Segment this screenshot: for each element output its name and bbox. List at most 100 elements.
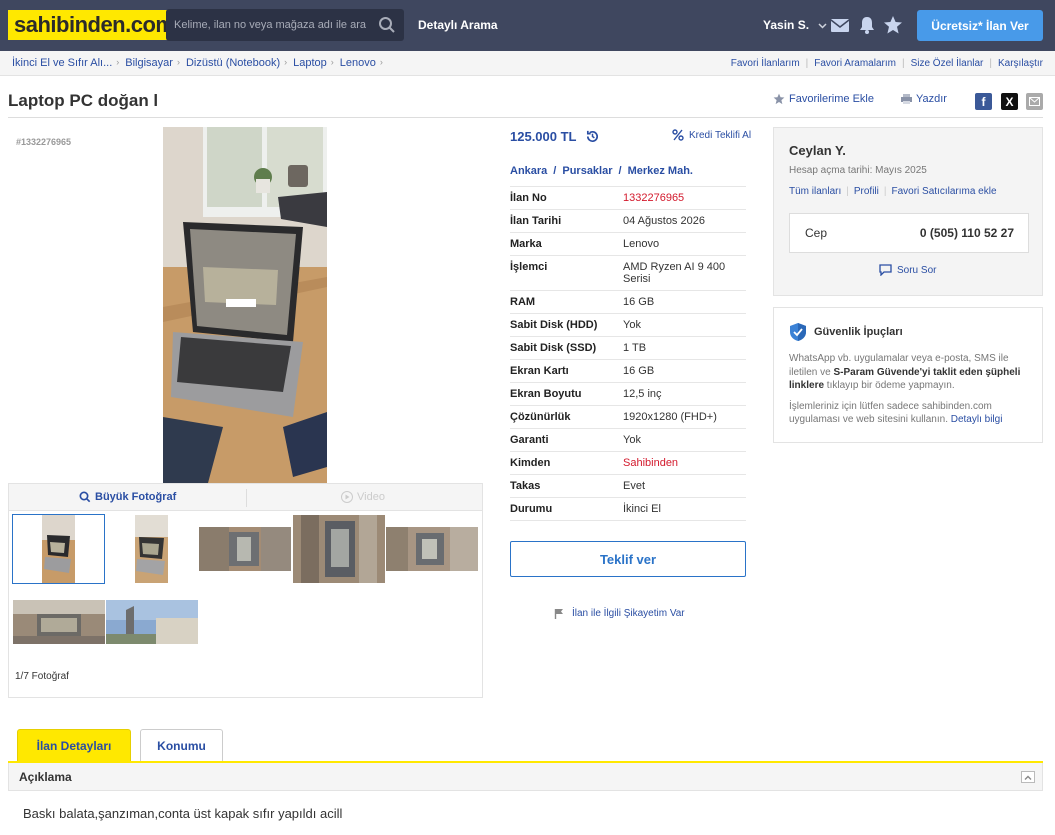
- attributes-table: İlan No 1332276965 İlan Tarihi 04 Ağustos …: [510, 186, 746, 521]
- special-ads-link[interactable]: Size Özel İlanlar: [911, 58, 984, 69]
- ask-question-button[interactable]: Soru Sor: [879, 264, 936, 276]
- breadcrumb-item[interactable]: İkinci El ve Sıfır Alı...: [12, 57, 112, 69]
- description-header: Açıklama: [8, 763, 1043, 791]
- photo-count: 1/7 Fotoğraf: [15, 671, 69, 682]
- attribute-key: Durumu: [510, 503, 553, 515]
- breadcrumb-item[interactable]: Lenovo: [340, 57, 376, 69]
- price-history-icon[interactable]: [585, 129, 600, 144]
- attribute-row: Ekran Boyutu 12,5 inç: [510, 383, 746, 406]
- video-button: Video: [341, 491, 385, 503]
- search-icon[interactable]: [378, 16, 396, 34]
- thumbnail-grid: 1/7 Fotoğraf: [8, 511, 483, 698]
- location-breadcrumb: Ankara / Pursaklar / Merkez Mah.: [510, 165, 693, 177]
- breadcrumb-item[interactable]: Bilgisayar: [125, 57, 173, 69]
- star-icon: [773, 93, 785, 105]
- location-city[interactable]: Ankara: [510, 165, 547, 177]
- thumbnail-6[interactable]: [12, 587, 105, 657]
- complaint-label: İlan ile İlgili Şikayetim Var: [572, 608, 685, 619]
- credit-offer-link[interactable]: Kredi Teklifi Al: [672, 129, 751, 141]
- attribute-value: İkinci El: [623, 503, 661, 515]
- star-icon[interactable]: [883, 15, 903, 35]
- print-button[interactable]: Yazdır: [900, 93, 947, 105]
- breadcrumb-item[interactable]: Dizüstü (Notebook): [186, 57, 280, 69]
- shield-icon: [790, 323, 806, 341]
- attribute-row: İşlemci AMD Ryzen AI 9 400 Serisi: [510, 256, 746, 291]
- seller-name[interactable]: Ceylan Y.: [789, 143, 846, 158]
- profile-link[interactable]: Profili: [854, 186, 879, 197]
- media-bar: Büyük Fotoğraf Video: [8, 483, 483, 511]
- attribute-key: Ekran Boyutu: [510, 388, 582, 400]
- search-input[interactable]: [166, 9, 366, 41]
- add-favorite-button[interactable]: Favorilerime Ekle: [773, 93, 874, 105]
- phone-label: Cep: [805, 226, 828, 240]
- s-param-link[interactable]: S-Param Güvende: [833, 367, 919, 378]
- attribute-value: 1332276965: [623, 192, 685, 204]
- email-share-icon[interactable]: [1026, 93, 1043, 110]
- details-link[interactable]: Detaylı bilgi: [951, 414, 1003, 425]
- safety-title: Güvenlik İpuçları: [789, 322, 903, 342]
- phone-box: Cep 0 (505) 110 52 27: [789, 213, 1029, 253]
- breadcrumb-item[interactable]: Laptop: [293, 57, 327, 69]
- attribute-key: Takas: [510, 480, 541, 492]
- add-favorite-label: Favorilerime Ekle: [789, 93, 874, 105]
- attribute-row: Sabit Disk (SSD) 1 TB: [510, 337, 746, 360]
- tab-listing-details[interactable]: İlan Detayları: [17, 729, 131, 762]
- breadcrumb-separator: ›: [176, 57, 180, 67]
- mail-icon[interactable]: [830, 15, 850, 35]
- big-photo-button[interactable]: Büyük Fotoğraf: [79, 491, 176, 503]
- attribute-key: Ekran Kartı: [510, 365, 569, 377]
- make-offer-button[interactable]: Teklif ver: [510, 541, 746, 577]
- attribute-key: İlan Tarihi: [510, 215, 562, 227]
- credit-offer-label: Kredi Teklifi Al: [689, 129, 752, 141]
- favorite-searches-link[interactable]: Favori Aramalarım: [814, 58, 896, 69]
- tab-location[interactable]: Konumu: [140, 729, 223, 762]
- favorite-ads-link[interactable]: Favori İlanlarım: [731, 58, 800, 69]
- main-photo[interactable]: [163, 127, 327, 483]
- attribute-value: 1 TB: [623, 342, 647, 354]
- site-logo[interactable]: sahibinden.com: [8, 10, 181, 40]
- breadcrumb: İkinci El ve Sıfır Alı... › Bilgisayar › D…: [12, 57, 389, 69]
- chevron-down-icon: [818, 23, 827, 29]
- search-box: [166, 9, 404, 41]
- x-share-icon[interactable]: X: [1001, 93, 1018, 110]
- attribute-value: AMD Ryzen AI 9 400 Serisi: [623, 261, 726, 285]
- user-menu[interactable]: Yasin S.: [763, 18, 827, 32]
- attribute-key: Garanti: [510, 434, 549, 446]
- favorite-seller-link[interactable]: Favori Satıcılarıma ekle: [891, 186, 996, 197]
- attribute-value: Yok: [623, 319, 641, 331]
- post-ad-button[interactable]: Ücretsiz* İlan Ver: [917, 10, 1043, 41]
- thumbnail-4[interactable]: [292, 514, 385, 584]
- safety-text-part: tıklayıp bir ödeme yapmayın.: [824, 380, 955, 391]
- all-listings-link[interactable]: Tüm ilanları: [789, 186, 841, 197]
- collapse-button[interactable]: [1021, 771, 1035, 783]
- bell-icon[interactable]: [857, 15, 877, 35]
- attribute-key: Sabit Disk (HDD): [510, 319, 598, 331]
- thumbnail-3[interactable]: [198, 514, 291, 584]
- chat-icon: [879, 264, 892, 276]
- facebook-share-icon[interactable]: f: [975, 93, 992, 110]
- attribute-value: 1920x1280 (FHD+): [623, 411, 717, 423]
- complaint-link[interactable]: İlan ile İlgili Şikayetim Var: [554, 608, 685, 619]
- title-divider: [8, 117, 1043, 118]
- phone-number[interactable]: 0 (505) 110 52 27: [920, 226, 1014, 240]
- attribute-key: Çözünürlük: [510, 411, 571, 423]
- thumbnail-5[interactable]: [385, 514, 478, 584]
- location-district[interactable]: Pursaklar: [562, 165, 612, 177]
- attribute-row: Ekran Kartı 16 GB: [510, 360, 746, 383]
- attribute-row: Garanti Yok: [510, 429, 746, 452]
- seller-box: Ceylan Y. Hesap açma tarihi: Mayıs 2025 …: [773, 127, 1043, 296]
- play-icon: [341, 491, 353, 503]
- chevron-up-icon: [1024, 775, 1032, 780]
- attribute-value: 12,5 inç: [623, 388, 662, 400]
- thumbnail-1[interactable]: [12, 514, 105, 584]
- user-name: Yasin S.: [763, 18, 810, 32]
- breadcrumb-separator: ›: [379, 57, 383, 67]
- safety-title-text: Güvenlik İpuçları: [814, 326, 903, 338]
- compare-link[interactable]: Karşılaştır: [998, 58, 1043, 69]
- percent-icon: [672, 129, 684, 141]
- advanced-search-link[interactable]: Detaylı Arama: [418, 18, 498, 32]
- flag-icon: [554, 609, 563, 619]
- thumbnail-2[interactable]: [105, 514, 198, 584]
- location-neighborhood[interactable]: Merkez Mah.: [628, 165, 693, 177]
- thumbnail-7[interactable]: [105, 587, 198, 657]
